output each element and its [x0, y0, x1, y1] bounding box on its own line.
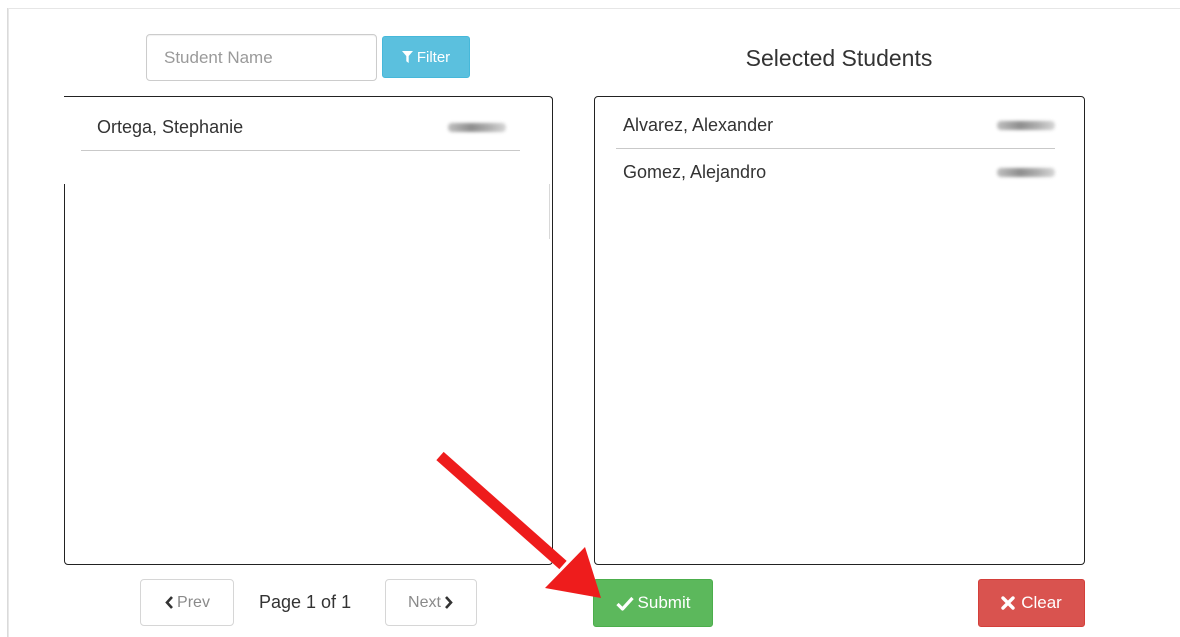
selected-student-row[interactable]: Alvarez, Alexander — [616, 103, 1055, 149]
clear-button[interactable]: Clear — [978, 579, 1085, 627]
selected-student-row[interactable]: Gomez, Alejandro — [616, 149, 1055, 195]
page-frame-top — [7, 8, 1180, 9]
filter-button-label: Filter — [416, 48, 451, 66]
submit-button-label: Submit — [637, 593, 691, 612]
chevron-right-icon — [444, 596, 453, 609]
student-id-redacted — [997, 167, 1055, 177]
submit-button[interactable]: Submit — [593, 579, 713, 627]
student-name: Alvarez, Alexander — [623, 115, 774, 135]
student-name: Ortega, Stephanie — [97, 117, 244, 137]
filter-button[interactable]: Filter — [382, 36, 470, 78]
student-id-redacted — [448, 123, 506, 132]
student-id-redacted — [997, 121, 1055, 130]
page-indicator: Page 1 of 1 — [259, 592, 352, 612]
page-frame-left — [7, 8, 9, 637]
selected-students-heading: Selected Students — [745, 45, 933, 71]
prev-page-label: Prev — [177, 593, 210, 611]
student-name: Gomez, Alejandro — [623, 161, 767, 182]
available-panel-scrollbar-edge — [549, 184, 550, 239]
filter-icon — [401, 51, 413, 63]
next-page-button[interactable]: Next — [385, 579, 477, 626]
available-student-row[interactable]: Ortega, Stephanie — [81, 105, 520, 151]
next-page-label: Next — [408, 593, 441, 611]
chevron-left-icon — [165, 596, 174, 609]
prev-page-button[interactable]: Prev — [140, 579, 234, 626]
clear-button-label: Clear — [1021, 593, 1062, 612]
times-icon — [1001, 596, 1015, 610]
student-name-search-input[interactable] — [146, 34, 377, 81]
check-icon — [615, 596, 634, 611]
